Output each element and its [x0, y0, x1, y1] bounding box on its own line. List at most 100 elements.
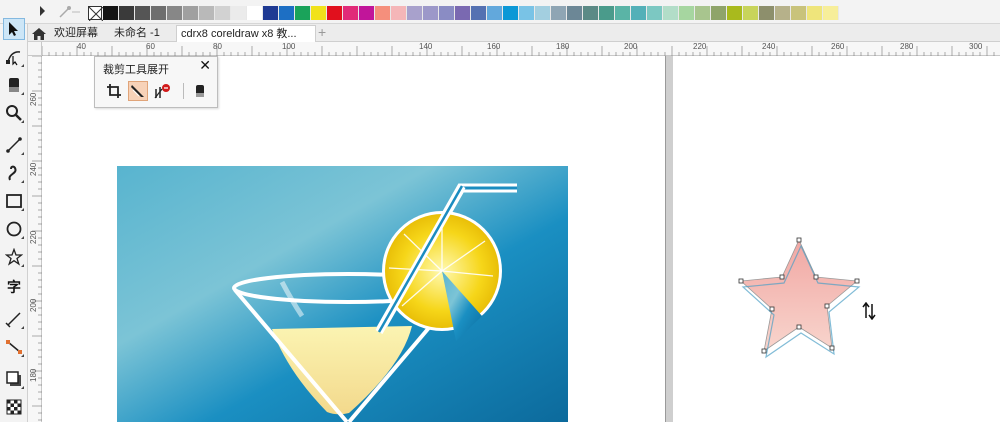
color-swatch[interactable] — [295, 6, 311, 20]
color-swatch[interactable] — [631, 6, 647, 20]
color-swatch[interactable] — [103, 6, 119, 20]
color-swatch[interactable] — [647, 6, 663, 20]
color-swatch[interactable] — [199, 6, 215, 20]
ellipse-tool[interactable] — [3, 218, 25, 240]
add-tab-button[interactable]: + — [318, 24, 326, 41]
artistic-media-tool[interactable] — [3, 162, 25, 184]
color-swatch[interactable] — [663, 6, 679, 20]
pointer-icon — [9, 22, 18, 36]
knife-button[interactable] — [128, 81, 148, 101]
cocktail-image[interactable] — [117, 166, 568, 422]
h-ruler-label: 140 — [419, 42, 433, 51]
eraser-icon — [9, 78, 19, 92]
checkerboard-icon — [6, 399, 22, 415]
crop-tool[interactable] — [3, 74, 25, 96]
color-swatch[interactable] — [583, 6, 599, 20]
color-swatch[interactable] — [791, 6, 807, 20]
color-swatch[interactable] — [711, 6, 727, 20]
color-swatch[interactable] — [487, 6, 503, 20]
eraser-button[interactable] — [190, 81, 210, 101]
page-border — [665, 56, 673, 422]
polygon-tool[interactable] — [3, 246, 25, 268]
color-swatch[interactable] — [759, 6, 775, 20]
connector-tool[interactable] — [3, 336, 25, 358]
eyedropper-icon[interactable] — [56, 4, 82, 20]
color-swatch[interactable] — [263, 6, 279, 20]
v-ruler-label: 240 — [29, 162, 38, 176]
color-swatch[interactable] — [343, 6, 359, 20]
palette-scroll-arrow-icon[interactable] — [40, 6, 45, 16]
virtual-segment-delete-button[interactable] — [152, 81, 172, 101]
color-swatch[interactable] — [423, 6, 439, 20]
text-tool[interactable]: 字 — [3, 276, 25, 298]
color-swatch[interactable] — [743, 6, 759, 20]
cocktail-illustration — [117, 166, 568, 422]
zoom-tool[interactable] — [3, 102, 25, 124]
h-ruler-label: 260 — [831, 42, 845, 51]
pick-tool[interactable] — [3, 18, 25, 40]
tab-untitled[interactable]: 未命名 -1 — [110, 25, 164, 42]
color-swatch[interactable] — [695, 6, 711, 20]
star-shape[interactable] — [736, 236, 868, 364]
crop-button[interactable] — [104, 81, 124, 101]
knife-icon — [131, 85, 144, 97]
color-swatch[interactable] — [567, 6, 583, 20]
freehand-tool[interactable] — [3, 134, 25, 156]
close-flyout-button[interactable]: ✕ — [199, 58, 211, 74]
drop-shadow-tool[interactable] — [3, 368, 25, 390]
flyout-title: 裁剪工具展开 — [103, 64, 169, 76]
document-tabs-bar: 欢迎屏幕 未命名 -1 cdrx8 coreldraw x8 教... + — [28, 24, 1000, 42]
vertical-ruler[interactable]: 260 240 220 200 180 — [28, 56, 42, 422]
ruler-origin[interactable] — [28, 42, 42, 56]
color-swatch[interactable] — [535, 6, 551, 20]
color-swatch[interactable] — [327, 6, 343, 20]
color-swatch[interactable] — [215, 6, 231, 20]
color-swatch[interactable] — [391, 6, 407, 20]
horizontal-ruler[interactable]: 40 60 80 100 140 160 180 200 220 240 260… — [42, 42, 1000, 56]
tab-active-document[interactable]: cdrx8 coreldraw x8 教... — [176, 25, 316, 42]
color-swatch[interactable] — [727, 6, 743, 20]
color-swatch[interactable] — [231, 6, 247, 20]
color-swatch[interactable] — [135, 6, 151, 20]
shape-tool[interactable] — [3, 46, 25, 68]
color-swatch[interactable] — [279, 6, 295, 20]
h-ruler-label: 60 — [146, 42, 155, 51]
color-swatch[interactable] — [247, 6, 263, 20]
color-swatch[interactable] — [455, 6, 471, 20]
color-swatch[interactable] — [183, 6, 199, 20]
h-ruler-label: 100 — [282, 42, 296, 51]
color-swatch[interactable] — [679, 6, 695, 20]
color-swatch[interactable] — [599, 6, 615, 20]
h-ruler-label: 200 — [624, 42, 638, 51]
v-ruler-label: 200 — [29, 298, 38, 312]
color-swatch[interactable] — [407, 6, 423, 20]
home-icon[interactable] — [32, 27, 46, 40]
color-swatch[interactable] — [471, 6, 487, 20]
color-swatch[interactable] — [551, 6, 567, 20]
no-color-swatch[interactable] — [88, 6, 103, 21]
rectangle-tool[interactable] — [3, 190, 25, 212]
color-swatch[interactable] — [119, 6, 135, 20]
tab-welcome[interactable]: 欢迎屏幕 — [50, 25, 102, 42]
color-swatch[interactable] — [167, 6, 183, 20]
color-swatch[interactable] — [807, 6, 823, 20]
color-swatch[interactable] — [375, 6, 391, 20]
h-ruler-label: 300 — [969, 42, 983, 51]
color-swatch[interactable] — [775, 6, 791, 20]
crop-tools-flyout: 裁剪工具展开 ✕ — [94, 56, 218, 108]
color-swatch[interactable] — [519, 6, 535, 20]
color-swatch[interactable] — [439, 6, 455, 20]
color-swatch[interactable] — [311, 6, 327, 20]
h-ruler-label: 240 — [762, 42, 776, 51]
parallel-dimension-tool[interactable] — [3, 308, 25, 330]
transparency-tool[interactable] — [3, 396, 25, 418]
h-ruler-label: 80 — [213, 42, 222, 51]
color-swatch[interactable] — [151, 6, 167, 20]
color-swatch[interactable] — [615, 6, 631, 20]
toolbox: 字 — [0, 18, 28, 422]
color-swatch[interactable] — [823, 6, 839, 20]
color-swatch[interactable] — [503, 6, 519, 20]
h-ruler-label: 220 — [693, 42, 707, 51]
color-swatch[interactable] — [359, 6, 375, 20]
h-ruler-label: 160 — [487, 42, 501, 51]
